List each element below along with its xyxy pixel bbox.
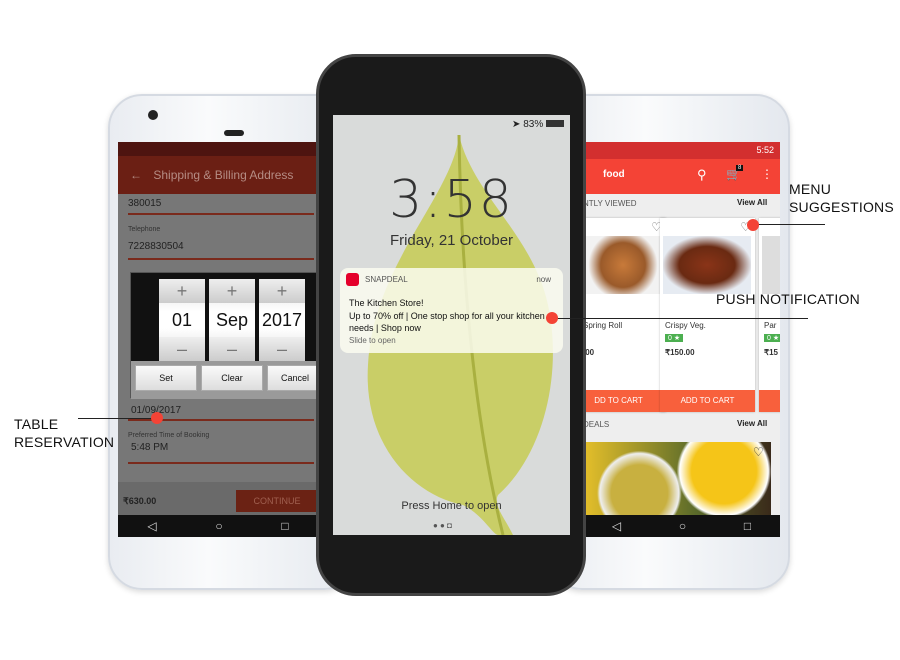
add-to-cart-button[interactable]: ADD TO CART (660, 390, 755, 412)
app-header: food ⚲ 🛒 8 ⋮ (583, 159, 780, 194)
view-all-link[interactable]: View All (737, 419, 767, 428)
minus-icon[interactable]: – (159, 337, 205, 361)
push-notification[interactable]: SNAPDEAL now The Kitchen Store! Up to 70… (340, 268, 563, 353)
minus-icon[interactable]: – (259, 337, 305, 361)
recents-nav-icon[interactable]: □ (744, 519, 751, 533)
add-to-cart-button[interactable] (759, 390, 780, 412)
total-price: ₹630.00 (123, 496, 157, 506)
plus-icon[interactable]: + (209, 279, 255, 303)
camera (148, 110, 158, 120)
page-dots: ● ● ◘ (433, 521, 452, 530)
arrow-left-icon[interactable]: ← (130, 168, 142, 182)
product-card[interactable]: ♡ Crispy Veg. 0 ★ ₹150.00 ADD TO CART (660, 218, 755, 412)
add-to-cart-button[interactable]: DD TO CART (583, 390, 666, 412)
right-screen: 5:52 food ⚲ 🛒 8 ⋮ NTLY VIEWED View All ♡… (583, 142, 780, 537)
date-picker-dialog: +01– + Sep – +2017– Set Clear Cancel (130, 272, 318, 399)
back-nav-icon[interactable]: ◁ (612, 519, 621, 533)
left-screen: ← Shipping & Billing Address 380015 Tele… (118, 142, 318, 537)
plus-icon[interactable]: + (159, 279, 205, 303)
battery-icon (546, 120, 564, 127)
lock-date: Friday, 21 October (389, 232, 514, 249)
center-screen: ➤ 83% 3:58 Friday, 21 October SNAPDEAL n… (333, 115, 570, 535)
snapdeal-app-icon (346, 273, 359, 286)
product-card[interactable]: Par 0 ★ ₹15 (759, 218, 780, 412)
speaker (224, 130, 244, 136)
marker-dot (151, 412, 163, 424)
lock-clock: 3:58 (389, 170, 514, 230)
home-nav-icon[interactable]: ○ (679, 519, 686, 533)
annotation-push-notification: PUSH NOTIFICATION (716, 291, 860, 307)
recents-nav-icon[interactable]: □ (281, 519, 288, 533)
set-button[interactable]: Set (135, 365, 197, 391)
more-icon[interactable]: ⋮ (761, 167, 773, 181)
camera-icon[interactable]: ◘ (447, 521, 452, 530)
annotation-table-reservation: TABLE RESERVATION (14, 416, 115, 450)
app-header: ← Shipping & Billing Address (118, 156, 318, 194)
deal-image[interactable] (583, 442, 771, 515)
search-icon[interactable]: ⚲ (697, 167, 707, 183)
home-nav-icon[interactable]: ○ (215, 519, 222, 533)
marker-dot (747, 219, 759, 231)
cancel-button[interactable]: Cancel (267, 365, 318, 391)
marker-dot (546, 312, 558, 324)
annotation-menu-suggestions: MENU SUGGESTIONS (789, 181, 894, 215)
continue-button[interactable]: CONTINUE (236, 490, 318, 512)
back-nav-icon[interactable]: ◁ (147, 519, 156, 533)
clear-button[interactable]: Clear (201, 365, 263, 391)
heart-icon[interactable]: ♡ (753, 445, 764, 459)
product-card[interactable]: ♡ Spring Roll .00 DD TO CART (583, 218, 666, 412)
location-icon: ➤ (512, 119, 521, 130)
minus-icon[interactable]: – (209, 337, 255, 361)
view-all-link[interactable]: View All (737, 198, 767, 207)
plus-icon[interactable]: + (259, 279, 305, 303)
press-home-text: Press Home to open (401, 500, 502, 512)
